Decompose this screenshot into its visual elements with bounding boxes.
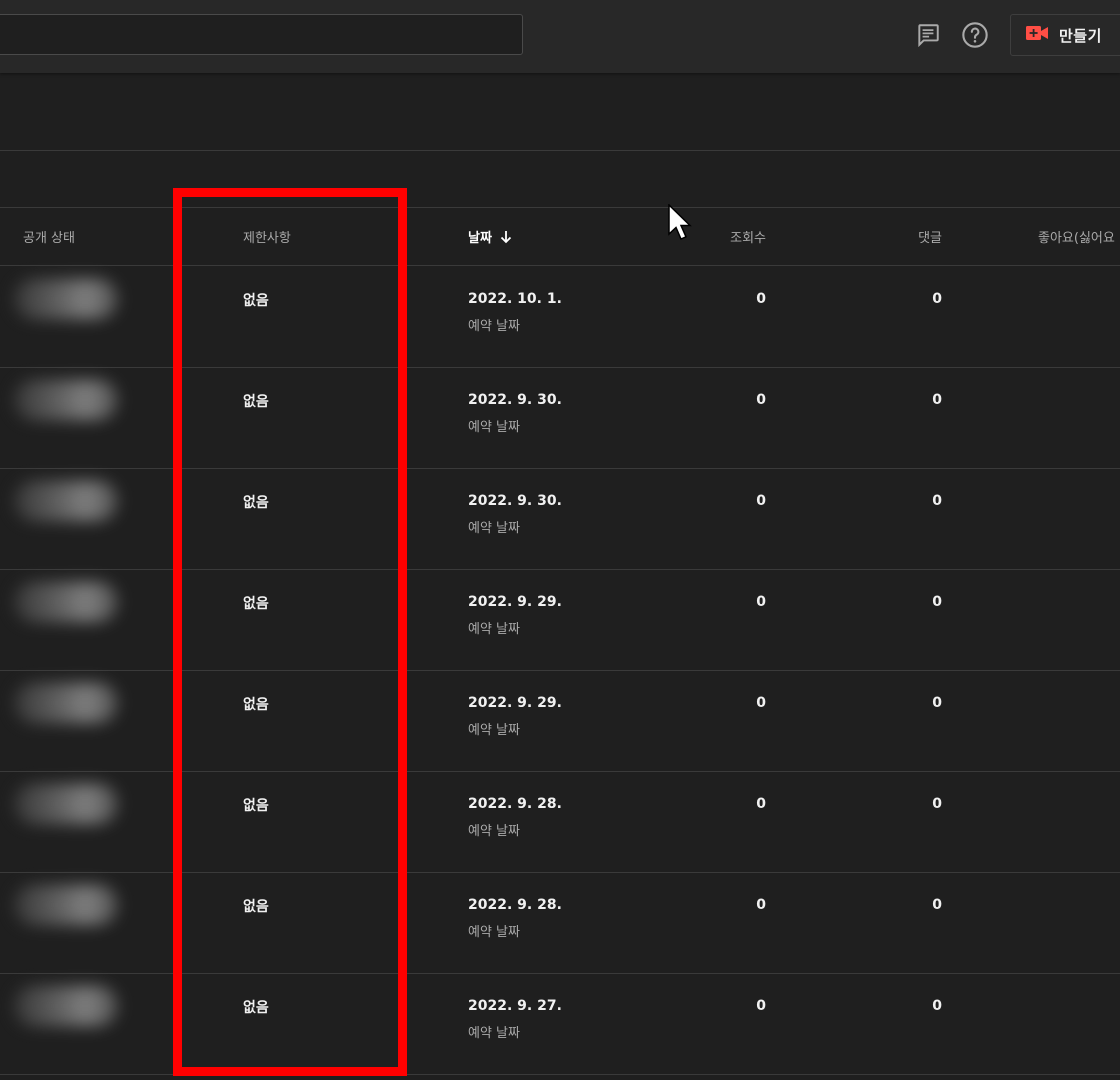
- comments-value: 0: [932, 796, 942, 812]
- views-value: 0: [756, 291, 766, 307]
- table-row[interactable]: 없음 2022. 9. 29. 예약 날짜 0 0: [0, 671, 1120, 772]
- date-value: 2022. 9. 29.: [468, 594, 562, 610]
- date-type-label: 예약 날짜: [468, 622, 520, 637]
- views-value: 0: [756, 493, 766, 509]
- table-row[interactable]: 없음 2022. 9. 28. 예약 날짜 0 0: [0, 772, 1120, 873]
- restriction-value: 없음: [243, 899, 269, 915]
- create-button-label: 만들기: [1059, 26, 1102, 45]
- date-value: 2022. 9. 28.: [468, 796, 562, 812]
- date-value: 2022. 9. 30.: [468, 392, 562, 408]
- date-type-label: 예약 날짜: [468, 420, 520, 435]
- restriction-value: 없음: [243, 596, 269, 612]
- restriction-value: 없음: [243, 1000, 269, 1016]
- comments-value: 0: [932, 695, 942, 711]
- comments-value: 0: [932, 998, 942, 1014]
- visibility-status-blurred: [14, 380, 118, 420]
- column-header-date-label: 날짜: [468, 231, 492, 246]
- help-icon[interactable]: [961, 20, 989, 50]
- comments-value: 0: [932, 897, 942, 913]
- views-value: 0: [756, 594, 766, 610]
- restriction-value: 없음: [243, 697, 269, 713]
- column-header-restrictions[interactable]: 제한사항: [243, 227, 291, 246]
- search-input[interactable]: [0, 15, 522, 54]
- restriction-value: 없음: [243, 495, 269, 511]
- comments-value: 0: [932, 493, 942, 509]
- views-value: 0: [756, 897, 766, 913]
- comments-value: 0: [932, 291, 942, 307]
- date-type-label: 예약 날짜: [468, 824, 520, 839]
- table-row[interactable]: 없음 2022. 9. 28. 예약 날짜 0 0: [0, 873, 1120, 974]
- visibility-status-blurred: [14, 279, 118, 319]
- column-header-comments[interactable]: 댓글: [918, 227, 942, 246]
- table-row[interactable]: 없음 2022. 10. 1. 예약 날짜 0 0: [0, 267, 1120, 368]
- date-value: 2022. 9. 30.: [468, 493, 562, 509]
- views-value: 0: [756, 695, 766, 711]
- create-button[interactable]: 만들기: [1010, 14, 1120, 56]
- visibility-status-blurred: [14, 986, 118, 1026]
- column-header-visibility[interactable]: 공개 상태: [23, 227, 75, 246]
- comments-value: 0: [932, 392, 942, 408]
- restriction-value: 없음: [243, 293, 269, 309]
- date-type-label: 예약 날짜: [468, 925, 520, 940]
- date-type-label: 예약 날짜: [468, 319, 520, 334]
- filter-area: [0, 73, 1120, 151]
- date-type-label: 예약 날짜: [468, 1026, 520, 1041]
- video-camera-add-icon: [1025, 24, 1049, 46]
- views-value: 0: [756, 998, 766, 1014]
- date-value: 2022. 10. 1.: [468, 291, 562, 307]
- top-bar: 만들기: [0, 0, 1120, 73]
- table-body: 없음 2022. 10. 1. 예약 날짜 0 0 없음 2022. 9. 30. 예약 날짜…: [0, 267, 1120, 1075]
- visibility-status-blurred: [14, 683, 118, 723]
- table-header: 공개 상태 제한사항 날짜 조회수 댓글 좋아요(싫어요: [0, 208, 1120, 266]
- table-row[interactable]: 없음 2022. 9. 27. 예약 날짜 0 0: [0, 974, 1120, 1075]
- search-box[interactable]: [0, 14, 523, 55]
- visibility-status-blurred: [14, 885, 118, 925]
- date-value: 2022. 9. 29.: [468, 695, 562, 711]
- restriction-value: 없음: [243, 798, 269, 814]
- visibility-status-blurred: [14, 784, 118, 824]
- feedback-icon[interactable]: [914, 20, 942, 50]
- views-value: 0: [756, 392, 766, 408]
- date-value: 2022. 9. 27.: [468, 998, 562, 1014]
- comments-value: 0: [932, 594, 942, 610]
- table-row[interactable]: 없음 2022. 9. 30. 예약 날짜 0 0: [0, 469, 1120, 570]
- mouse-cursor-icon: [668, 203, 694, 246]
- column-header-date[interactable]: 날짜: [468, 227, 513, 246]
- date-type-label: 예약 날짜: [468, 723, 520, 738]
- visibility-status-blurred: [14, 481, 118, 521]
- visibility-status-blurred: [14, 582, 118, 622]
- column-header-views[interactable]: 조회수: [730, 227, 766, 246]
- views-value: 0: [756, 796, 766, 812]
- column-header-likes[interactable]: 좋아요(싫어요: [1038, 227, 1115, 246]
- table-row[interactable]: 없음 2022. 9. 29. 예약 날짜 0 0: [0, 570, 1120, 671]
- sort-down-arrow-icon: [500, 230, 512, 243]
- filter-row: [0, 151, 1120, 208]
- date-value: 2022. 9. 28.: [468, 897, 562, 913]
- restriction-value: 없음: [243, 394, 269, 410]
- date-type-label: 예약 날짜: [468, 521, 520, 536]
- table-row[interactable]: 없음 2022. 9. 30. 예약 날짜 0 0: [0, 368, 1120, 469]
